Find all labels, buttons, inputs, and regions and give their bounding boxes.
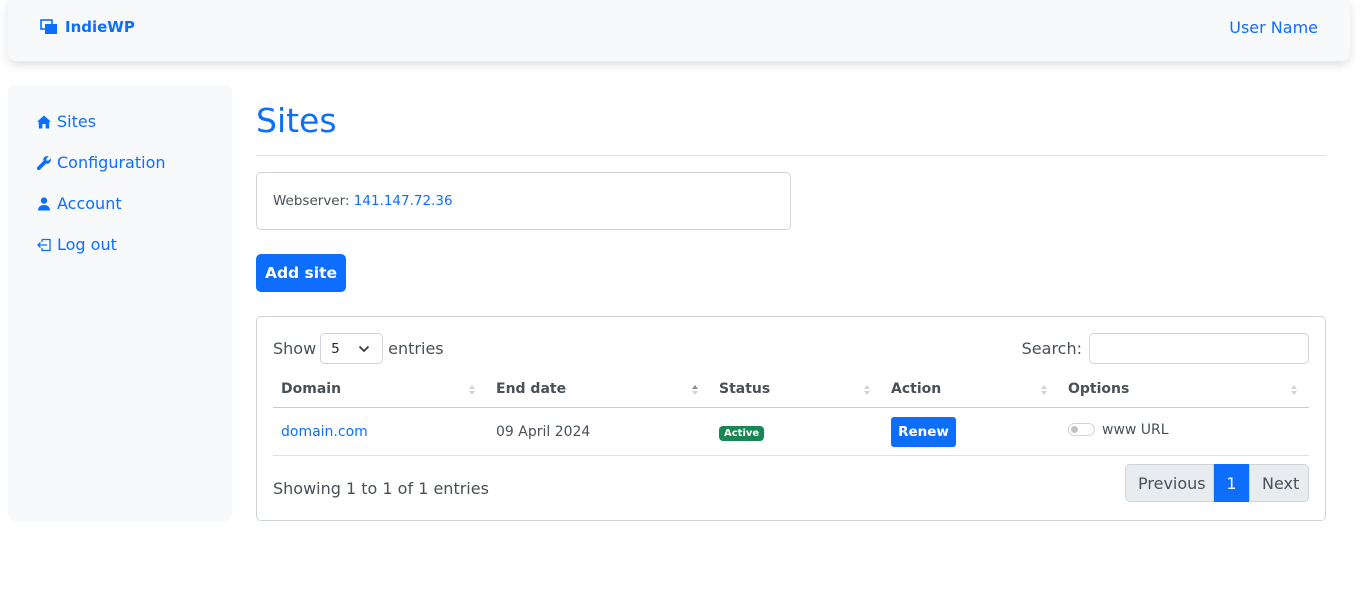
chevron-down-icon — [359, 345, 370, 352]
status-badge: Active — [719, 426, 765, 441]
table-info: Showing 1 to 1 of 1 entries — [273, 479, 489, 498]
show-label: Show — [273, 339, 317, 358]
sidebar-item-label: Sites — [57, 112, 97, 131]
sidebar-item-label: Account — [57, 194, 122, 213]
webserver-ip-link[interactable]: 141.147.72.36 — [354, 193, 453, 209]
sidebar-item-label: Configuration — [57, 153, 166, 172]
column-header-action[interactable]: Action — [891, 381, 941, 397]
entries-length-control: Show 5 entries — [273, 333, 444, 364]
sort-icon[interactable] — [1290, 382, 1298, 398]
title-divider — [256, 155, 1326, 156]
domain-link[interactable]: domain.com — [281, 424, 368, 440]
previous-page-button[interactable]: Previous — [1125, 464, 1214, 502]
entries-select[interactable]: 5 — [320, 333, 384, 364]
pagination: Previous 1 Next — [1125, 464, 1309, 502]
wrench-icon — [36, 155, 51, 170]
windows-stack-icon — [40, 19, 57, 34]
sidebar-item-sites[interactable]: Sites — [36, 112, 96, 131]
user-menu-link[interactable]: User Name — [1229, 18, 1318, 37]
sites-table-card: Show 5 entries Search: Domain End date S… — [256, 316, 1326, 521]
brand-name: IndieWP — [65, 18, 135, 36]
sidebar-item-account[interactable]: Account — [36, 194, 122, 213]
column-header-options[interactable]: Options — [1068, 381, 1129, 397]
sidebar-item-configuration[interactable]: Configuration — [36, 153, 166, 172]
next-page-button[interactable]: Next — [1249, 464, 1309, 502]
renew-button[interactable]: Renew — [891, 417, 956, 447]
search-label: Search: — [1021, 339, 1082, 358]
current-page-button[interactable]: 1 — [1214, 464, 1249, 502]
entries-label: entries — [388, 339, 444, 358]
home-icon — [37, 115, 51, 128]
add-site-button[interactable]: Add site — [256, 254, 346, 292]
sort-icon[interactable] — [468, 382, 476, 398]
sort-icon[interactable] — [863, 382, 871, 398]
page-title: Sites — [256, 101, 337, 140]
column-header-status[interactable]: Status — [719, 381, 770, 397]
table-row: domain.com 09 April 2024 Active Renew ww… — [273, 408, 1309, 456]
sidebar-item-label: Log out — [57, 235, 117, 254]
column-header-end-date[interactable]: End date — [496, 381, 566, 397]
end-date-cell: 09 April 2024 — [496, 424, 591, 440]
domain-cell: domain.com — [281, 424, 368, 440]
table-header: Domain End date Status Action Options — [273, 376, 1309, 408]
logout-icon — [37, 238, 51, 251]
entries-select-value: 5 — [331, 340, 340, 357]
sidebar: Sites Configuration Account Log out — [8, 85, 232, 521]
column-header-domain[interactable]: Domain — [281, 381, 341, 397]
sort-ascending-icon[interactable] — [691, 382, 699, 398]
sidebar-item-logout[interactable]: Log out — [36, 235, 117, 254]
person-icon — [38, 196, 50, 210]
www-url-label: www URL — [1102, 422, 1169, 438]
sort-icon[interactable] — [1040, 382, 1048, 398]
top-navbar: IndieWP User Name — [8, 0, 1350, 61]
search-input[interactable] — [1089, 333, 1309, 364]
table-search: Search: — [1022, 333, 1309, 364]
webserver-card: Webserver: 141.147.72.36 — [256, 172, 791, 230]
webserver-label: Webserver: — [273, 193, 350, 209]
www-url-toggle[interactable] — [1068, 423, 1095, 436]
brand-link[interactable]: IndieWP — [40, 18, 135, 36]
